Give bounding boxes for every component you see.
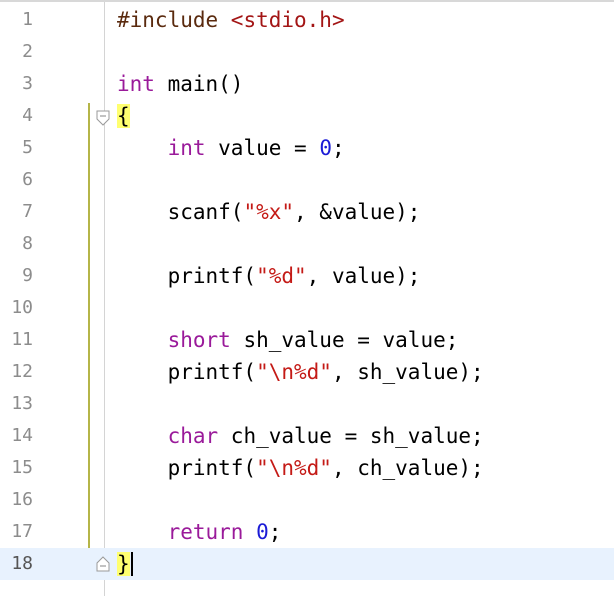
line-text[interactable]: short sh_value = value;	[117, 324, 459, 356]
code-line[interactable]: 8	[0, 228, 614, 260]
number-token: 0	[256, 520, 269, 544]
include-path-token: <stdio.h>	[230, 8, 345, 32]
code-token: printf(	[117, 360, 257, 384]
line-text[interactable]: scanf("%x", &value);	[117, 196, 421, 228]
line-number: 11	[11, 329, 33, 350]
brace-token: {	[117, 104, 130, 128]
line-text[interactable]: {	[117, 100, 130, 132]
current-code-line[interactable]: 18}	[0, 548, 614, 580]
string-token: "%d"	[256, 264, 307, 288]
fold-end-icon[interactable]	[96, 556, 110, 572]
code-line[interactable]: 3 int main()	[0, 68, 614, 100]
code-line[interactable]: 11 short sh_value = value;	[0, 324, 614, 356]
line-number: 16	[11, 489, 33, 510]
keyword-token: char	[167, 424, 219, 448]
code-token: printf(	[117, 264, 257, 288]
keyword-token: int	[167, 136, 206, 160]
code-line[interactable]: 10	[0, 292, 614, 324]
code-line[interactable]: 1 #include <stdio.h>	[0, 4, 614, 36]
line-number: 4	[22, 105, 33, 126]
code-editor[interactable]: 1 #include <stdio.h> 2 3 int main() 4{5 int v…	[0, 4, 614, 580]
code-line[interactable]: 14 char ch_value = sh_value;	[0, 420, 614, 452]
line-number: 8	[22, 233, 33, 254]
keyword-token: int	[117, 72, 155, 96]
preprocessor-token: #include	[117, 8, 231, 32]
line-number: 5	[22, 137, 33, 158]
code-token: ;	[331, 136, 345, 160]
line-number: 1	[22, 9, 33, 30]
code-token: ;	[268, 520, 282, 544]
text-cursor	[130, 552, 133, 576]
line-text[interactable]: }	[117, 548, 133, 580]
code-line[interactable]: 2	[0, 36, 614, 68]
code-token: sh_value = value;	[230, 328, 459, 352]
line-text[interactable]: int main()	[117, 68, 243, 100]
code-token: , value);	[306, 264, 421, 288]
code-token: value =	[205, 136, 320, 160]
code-line[interactable]: 4{	[0, 100, 614, 132]
line-number: 14	[11, 425, 33, 446]
line-number: 2	[22, 41, 33, 62]
code-line[interactable]: 12 printf("\n%d", sh_value);	[0, 356, 614, 388]
line-number: 10	[11, 297, 33, 318]
line-text[interactable]: return 0;	[117, 516, 282, 548]
code-token: , ch_value);	[331, 456, 484, 480]
line-text[interactable]: char ch_value = sh_value;	[117, 420, 484, 452]
code-token: , sh_value);	[331, 360, 484, 384]
string-token: "\n%d"	[256, 456, 332, 480]
code-line[interactable]: 6	[0, 164, 614, 196]
line-text[interactable]: printf("\n%d", ch_value);	[117, 452, 484, 484]
code-line[interactable]: 15 printf("\n%d", ch_value);	[0, 452, 614, 484]
code-token: scanf(	[117, 200, 244, 224]
code-token: printf(	[117, 456, 257, 480]
code-line[interactable]: 5 int value = 0;	[0, 132, 614, 164]
code-token: , &value);	[294, 200, 421, 224]
keyword-token: return	[167, 520, 244, 544]
code-line[interactable]: 9 printf("%d", value);	[0, 260, 614, 292]
line-number: 13	[11, 393, 33, 414]
code-line[interactable]: 13	[0, 388, 614, 420]
string-token: "\n%d"	[256, 360, 332, 384]
keyword-token: short	[167, 328, 231, 352]
string-token: "%x"	[243, 200, 295, 224]
code-line[interactable]: 16	[0, 484, 614, 516]
line-text[interactable]: #include <stdio.h>	[117, 4, 345, 36]
code-token: main()	[154, 72, 244, 96]
fold-expanded-icon[interactable]	[96, 110, 110, 126]
line-number: 18	[11, 553, 33, 574]
line-number: 12	[11, 361, 33, 382]
brace-token: }	[117, 552, 130, 576]
code-token: ch_value = sh_value;	[218, 424, 484, 448]
line-number: 15	[11, 457, 33, 478]
line-number: 3	[22, 73, 33, 94]
line-text[interactable]: printf("%d", value);	[117, 260, 421, 292]
line-text[interactable]: int value = 0;	[117, 132, 345, 164]
line-number: 17	[11, 521, 33, 542]
code-line[interactable]: 7 scanf("%x", &value);	[0, 196, 614, 228]
line-number: 9	[22, 265, 33, 286]
line-number: 6	[22, 169, 33, 190]
line-number: 7	[22, 201, 33, 222]
line-text[interactable]: printf("\n%d", sh_value);	[117, 356, 484, 388]
number-token: 0	[319, 136, 332, 160]
code-line[interactable]: 17 return 0;	[0, 516, 614, 548]
